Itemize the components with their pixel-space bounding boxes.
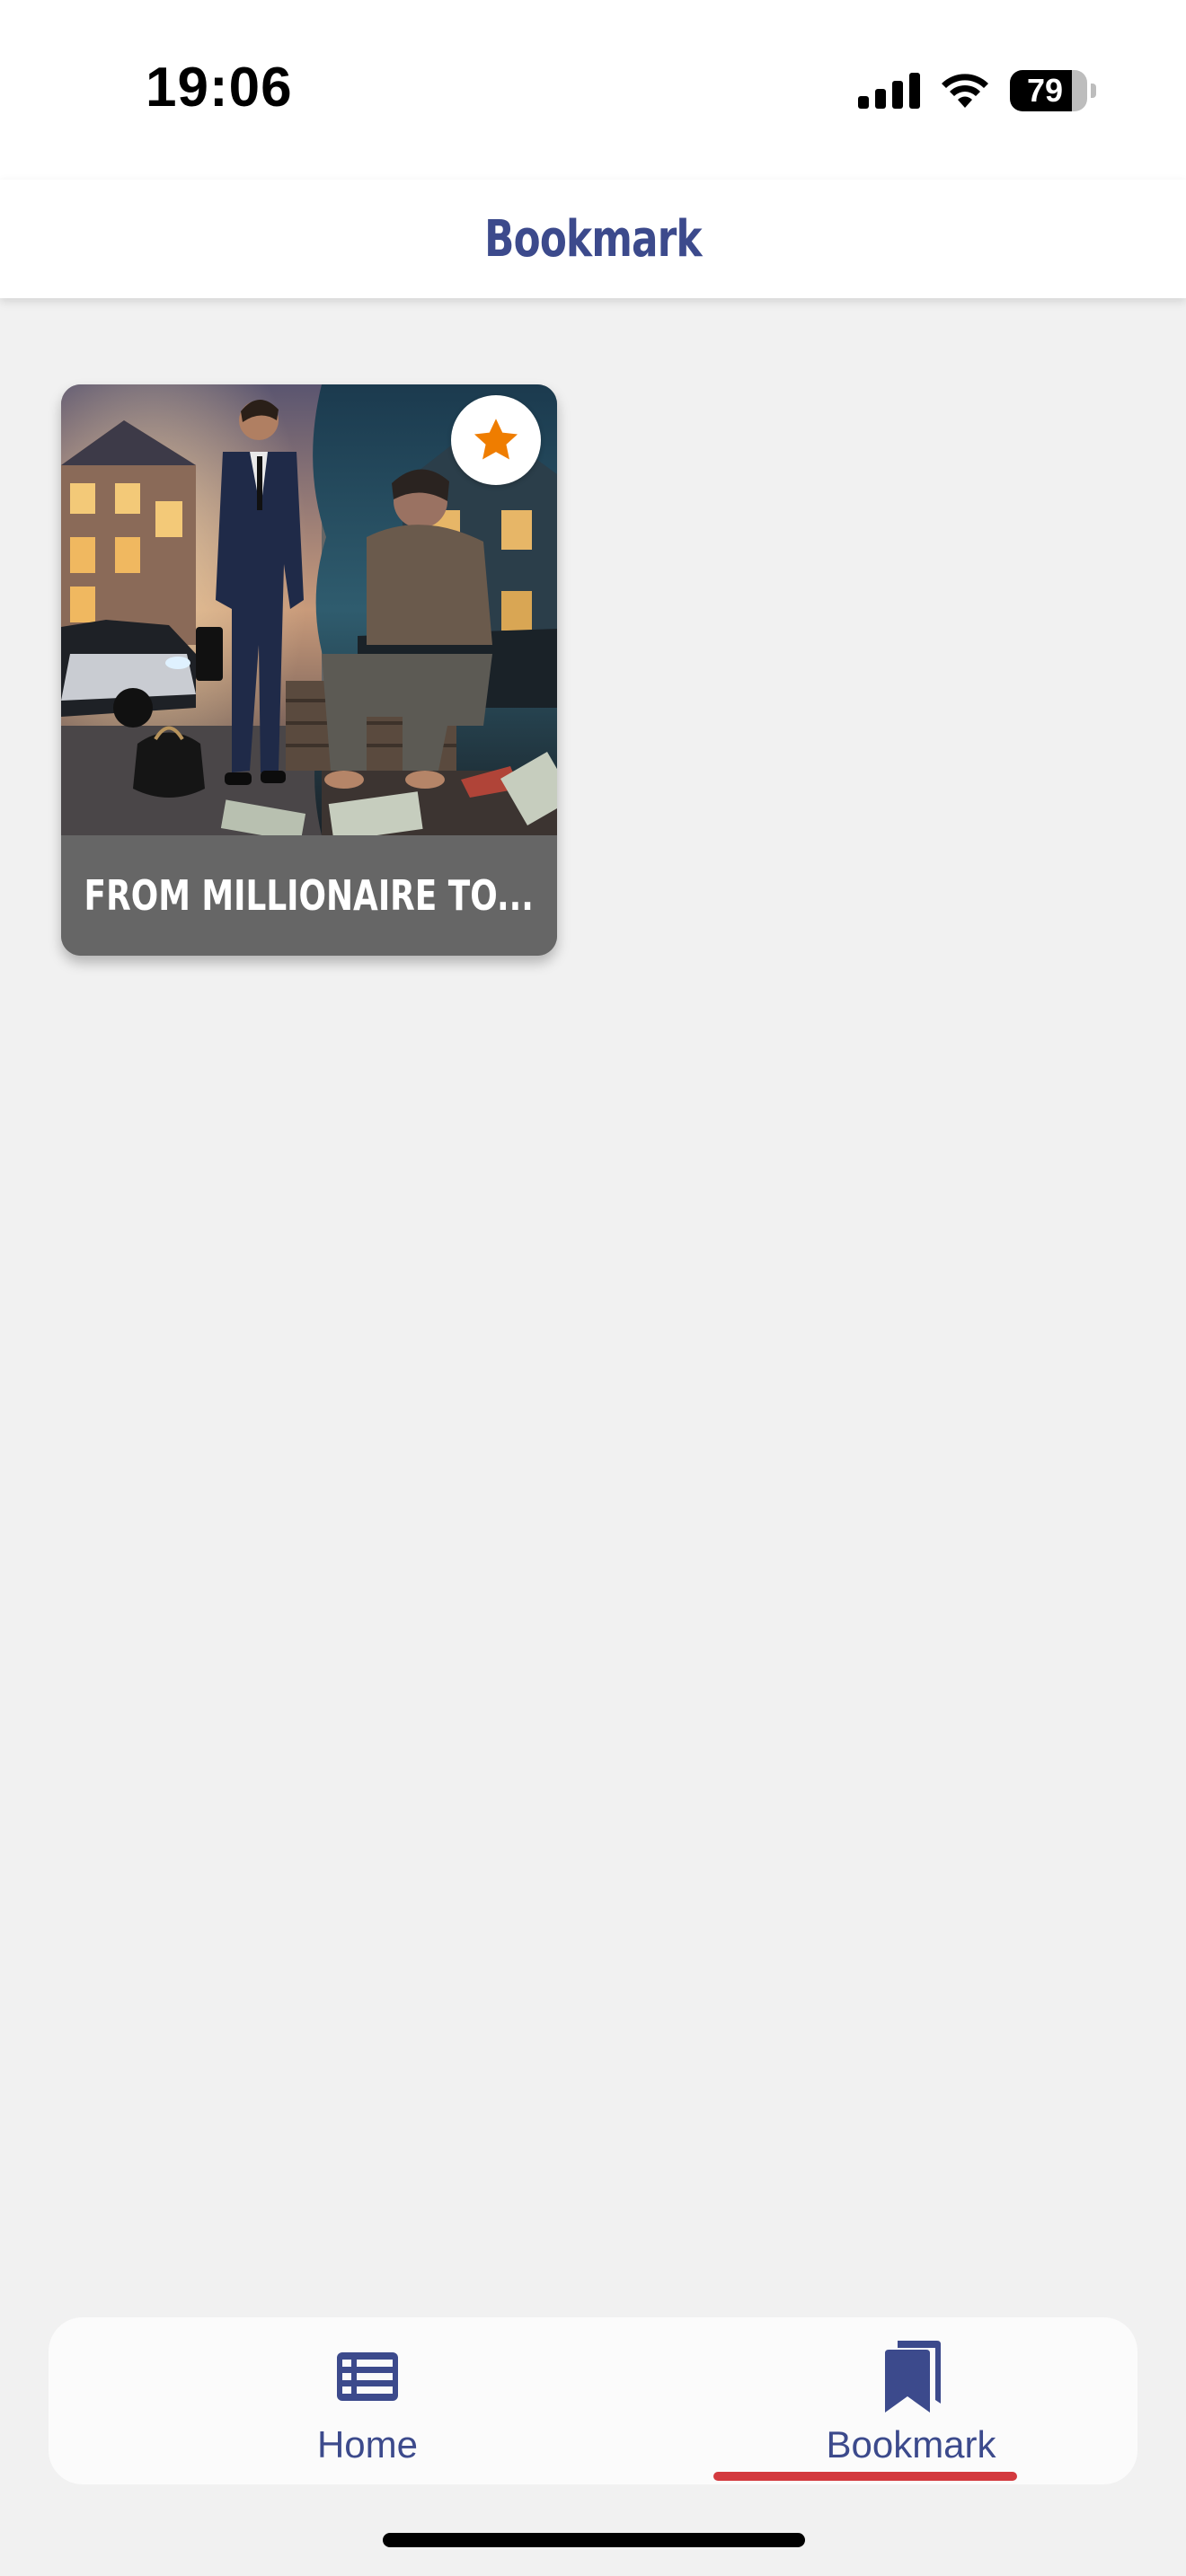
app-header: Bookmark [0, 180, 1186, 298]
nav-label-bookmark: Bookmark [826, 2423, 996, 2466]
cellular-signal-icon [858, 73, 920, 109]
page-title: Bookmark [484, 209, 702, 269]
star-icon [474, 419, 518, 460]
home-indicator [383, 2533, 805, 2547]
list-icon [337, 2352, 398, 2401]
battery-icon: 79 [1010, 70, 1096, 111]
nav-item-bookmark[interactable]: Bookmark [713, 2317, 1109, 2484]
status-bar: 19:06 79 [0, 0, 1186, 180]
active-tab-indicator [713, 2472, 1017, 2481]
status-icons: 79 [858, 68, 1096, 113]
bookmark-star-button[interactable] [451, 395, 541, 485]
nav-label-home: Home [316, 2423, 419, 2466]
wifi-icon [942, 74, 988, 108]
status-time: 19:06 [146, 57, 293, 119]
nav-item-home[interactable]: Home [228, 2317, 507, 2484]
bookmarks-icon [885, 2341, 941, 2413]
battery-level: 79 [1026, 72, 1064, 109]
card-title: FROM MILLIONAIRE TO... [84, 871, 535, 920]
card-title-bar: FROM MILLIONAIRE TO... [61, 835, 557, 956]
bottom-navigation: Home Bookmark [49, 2317, 1137, 2484]
